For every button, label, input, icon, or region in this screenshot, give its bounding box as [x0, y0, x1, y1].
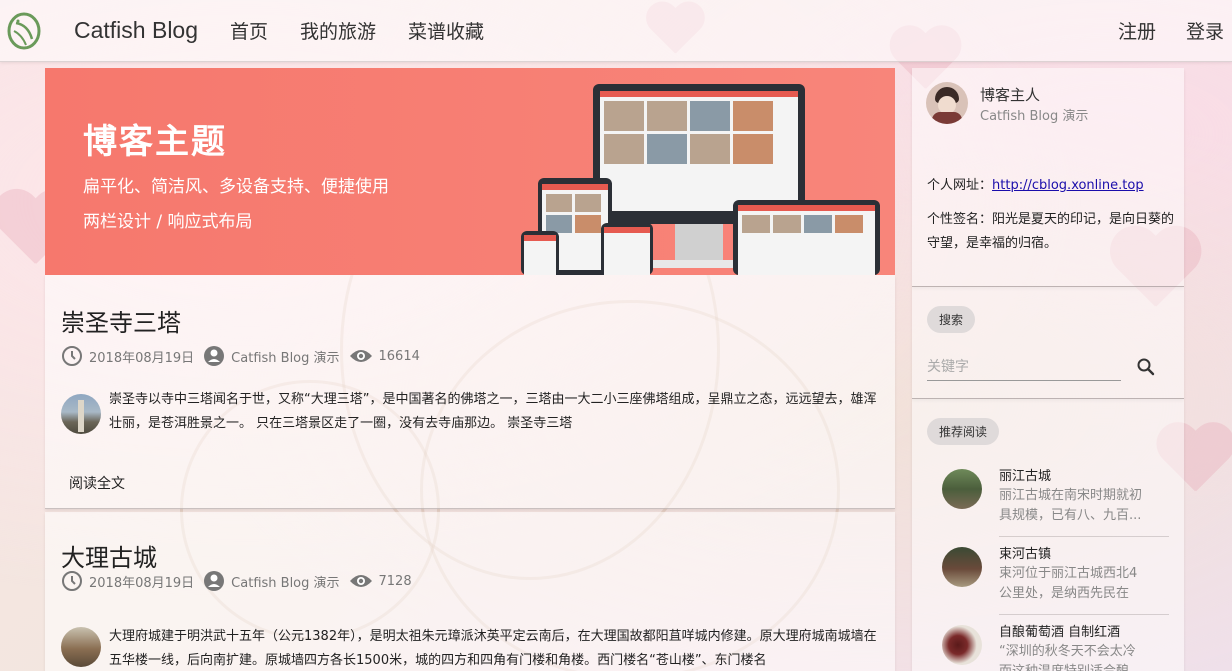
theme-banner[interactable]: 博客主题 扁平化、简洁风、多设备支持、便捷使用 两栏设计 / 响应式布局	[45, 68, 895, 275]
nav-travel-link[interactable]: 我的旅游	[300, 17, 376, 44]
catfish-logo-icon[interactable]	[4, 9, 44, 53]
brand-name[interactable]: Catfish Blog	[74, 17, 198, 44]
search-heading-chip: 搜索	[927, 306, 976, 333]
post-author[interactable]: Catfish Blog 演示	[231, 347, 339, 366]
recommended-heading-chip: 推荐阅读	[927, 418, 1000, 445]
post-thumbnail[interactable]	[61, 627, 101, 667]
owner-subtitle: Catfish Blog 演示	[980, 109, 1089, 124]
nav-home-link[interactable]: 首页	[230, 17, 268, 44]
post-views: 16614	[378, 348, 420, 364]
nav-recipes-link[interactable]: 菜谱收藏	[408, 17, 484, 44]
post-title[interactable]: 大理古城	[61, 538, 157, 573]
sidebar: 博客主人 Catfish Blog 演示 个人网址：http://cblog.x…	[912, 68, 1184, 671]
owner-name: 博客主人	[980, 86, 1041, 104]
recommended-title[interactable]: 丽江古城	[999, 465, 1051, 484]
post-meta: 2018年08月19日 Catfish Blog 演示 16614	[61, 345, 429, 367]
recommended-thumbnail[interactable]	[942, 625, 982, 665]
post-meta: 2018年08月19日 Catfish Blog 演示 7128	[61, 570, 421, 592]
search-input[interactable]	[927, 353, 1121, 381]
post-title[interactable]: 崇圣寺三塔	[61, 303, 181, 338]
register-link[interactable]: 注册	[1106, 17, 1168, 44]
clock-icon	[62, 346, 82, 366]
recommended-desc: 束河位于丽江古城西北4公里处，是纳西先民在丽...	[999, 566, 1138, 601]
banner-title: 博客主题	[83, 122, 227, 162]
recommended-desc: “深圳的秋冬天不会太冷 而这种温度特别适合酿红...	[999, 644, 1136, 671]
recommended-thumbnail[interactable]	[942, 469, 982, 509]
recommended-item[interactable]: 自酿葡萄酒 自制红酒 “深圳的秋冬天不会太冷 而这种温度特别适合酿红...	[942, 621, 1168, 671]
post-thumbnail[interactable]	[61, 394, 101, 434]
search-card: 搜索	[912, 287, 1184, 399]
post-date: 2018年08月19日	[89, 575, 195, 591]
banner-subtitle: 扁平化、简洁风、多设备支持、便捷使用	[83, 177, 389, 197]
main-column: 博客主题 扁平化、简洁风、多设备支持、便捷使用 两栏设计 / 响应式布局 崇圣寺…	[45, 68, 895, 509]
recommended-item[interactable]: 丽江古城 丽江古城在南宋时期就初具规模，已有八、九百...	[942, 465, 1169, 543]
eye-icon	[349, 350, 372, 362]
read-more-button[interactable]: 阅读全文	[69, 473, 125, 493]
divider	[999, 536, 1169, 537]
owner-avatar[interactable]	[926, 82, 968, 124]
eye-icon	[349, 575, 372, 587]
website-line: 个人网址：http://cblog.xonline.top	[927, 174, 1144, 193]
post-date: 2018年08月19日	[89, 350, 195, 366]
recommended-item[interactable]: 束河古镇 束河位于丽江古城西北4公里处，是纳西先民在丽...	[942, 543, 1169, 621]
top-navbar: Catfish Blog 首页 我的旅游 菜谱收藏 注册 登录	[0, 0, 1232, 62]
divider	[999, 614, 1169, 615]
banner-subtitle-2: 两栏设计 / 响应式布局	[83, 212, 253, 232]
profile-card: 博客主人 Catfish Blog 演示 个人网址：http://cblog.x…	[912, 68, 1184, 287]
recommended-thumbnail[interactable]	[942, 547, 982, 587]
search-icon[interactable]	[1136, 357, 1156, 377]
recommended-desc: 丽江古城在南宋时期就初具规模，已有八、九百...	[999, 488, 1143, 523]
website-link[interactable]: http://cblog.xonline.top	[992, 178, 1144, 193]
post-views: 7128	[378, 573, 412, 589]
post-card: 崇圣寺三塔 2018年08月19日 Catfish Blog 演示 16614 …	[45, 275, 895, 509]
recommended-title[interactable]: 自酿葡萄酒 自制红酒	[999, 621, 1120, 640]
post-excerpt: 大理府城建于明洪武十五年（公元1382年），是明太祖朱元璋派沐英平定云南后，在大…	[109, 629, 877, 668]
post-author[interactable]: Catfish Blog 演示	[231, 572, 339, 591]
login-link[interactable]: 登录	[1174, 17, 1232, 44]
website-label: 个人网址：	[927, 178, 993, 193]
user-icon	[204, 346, 225, 366]
recommended-card: 推荐阅读 丽江古城 丽江古城在南宋时期就初具规模，已有八、九百... 束河古镇 …	[912, 399, 1184, 671]
post-excerpt: 崇圣寺以寺中三塔闻名于世，又称“大理三塔”，是中国著名的佛塔之一，三塔由一大二小…	[109, 392, 877, 431]
signature: 个性签名：阳光是夏天的印记，是向日葵的守望，是幸福的归宿。	[927, 212, 1175, 251]
user-icon	[204, 571, 225, 591]
post-card: 大理古城 2018年08月19日 Catfish Blog 演示 7128 大理…	[45, 512, 895, 671]
clock-icon	[62, 571, 82, 591]
recommended-title[interactable]: 束河古镇	[999, 543, 1051, 562]
